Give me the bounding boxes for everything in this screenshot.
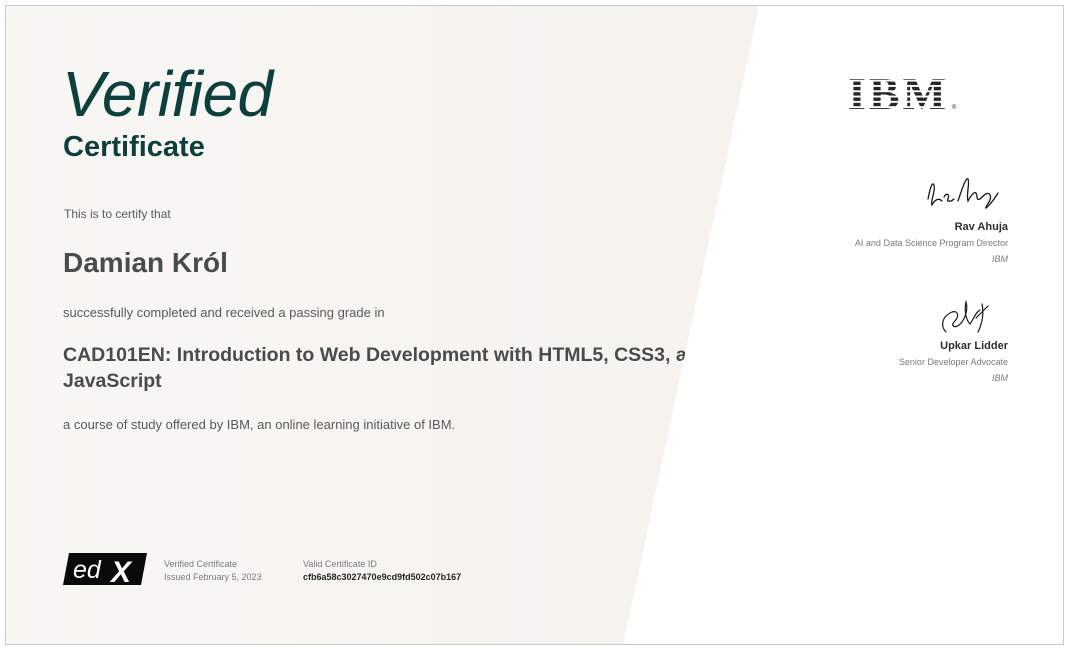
signature-upkar-lidder — [936, 296, 996, 343]
certificate-page: Verified Certificate This is to certify … — [0, 0, 1077, 653]
completed-text: successfully completed and received a pa… — [63, 305, 385, 320]
signature-rav-ahuja — [922, 171, 1012, 220]
signatory-2-title: Senior Developer Advocate — [898, 357, 1008, 367]
signatory-1-name: Rav Ahuja — [954, 221, 1008, 233]
certify-text: This is to certify that — [64, 207, 171, 221]
signatory-1: Rav Ahuja AI and Data Science Program Di… — [855, 220, 1008, 266]
signatory-2-organization: IBM — [991, 373, 1008, 383]
title-verified: Verified — [62, 58, 273, 130]
svg-text:ed: ed — [73, 556, 102, 584]
course-title: CAD101EN: Introduction to Web Developmen… — [63, 344, 711, 392]
issued-date: Issued February 5, 2023 — [164, 572, 262, 582]
certificate-type-label: Verified Certificate — [164, 559, 238, 569]
recipient-name: Damian Król — [63, 247, 228, 278]
svg-text:IBM: IBM — [848, 71, 949, 115]
offered-text: a course of study offered by IBM, an onl… — [63, 417, 456, 432]
certificate-id-block: Valid Certificate ID cfb6a58c3027470e9cd… — [303, 558, 461, 584]
title-certificate: Certificate — [63, 131, 205, 163]
certificate-id-label: Valid Certificate ID — [303, 559, 377, 569]
signatory-1-title: AI and Data Science Program Director — [854, 238, 1008, 248]
ibm-logo: IBM ® — [848, 68, 960, 120]
signatory-2-name: Upkar Lidder — [940, 340, 1008, 352]
signatory-1-organization: IBM — [991, 254, 1008, 264]
svg-text:X: X — [109, 556, 133, 587]
svg-text:®: ® — [952, 104, 957, 111]
signatory-2: Upkar Lidder Senior Developer Advocate I… — [899, 339, 1008, 385]
edx-logo: ed X — [61, 551, 149, 592]
certificate-frame: Verified Certificate This is to certify … — [5, 5, 1064, 645]
certificate-type-block: Verified Certificate Issued February 5, … — [164, 558, 262, 584]
certificate-id-value: cfb6a58c3027470e9cd9fd502c07b167 — [303, 572, 462, 582]
